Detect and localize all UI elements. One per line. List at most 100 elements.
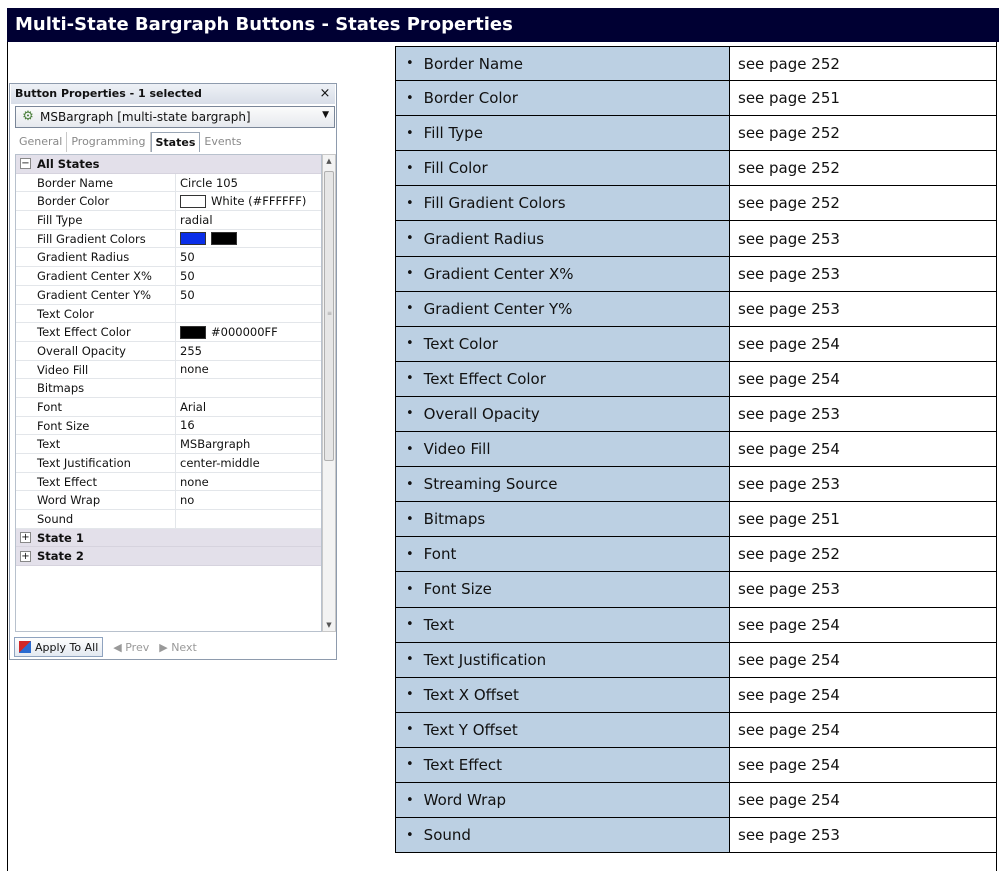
grid-property-value[interactable] (176, 379, 321, 397)
grid-scrollbar[interactable]: ▲ ≡ ▼ (322, 154, 336, 632)
page-reference: see page 253 (730, 572, 997, 608)
page-reference: see page 254 (730, 361, 997, 397)
grid-row[interactable]: Text Effect Color #000000FF (16, 323, 321, 342)
grid-value-text: White (#FFFFFF) (211, 194, 307, 209)
grid-value-text: 16 (180, 418, 195, 433)
section-state-2[interactable]: + State 2 (16, 547, 321, 567)
color-swatch (180, 194, 206, 208)
bullet-icon: • (406, 231, 414, 247)
grid-row[interactable]: Overall Opacity 255 (16, 341, 321, 361)
tab-events[interactable]: Events (200, 132, 245, 152)
scroll-down-icon[interactable]: ▼ (323, 621, 335, 629)
bullet-icon: • (406, 511, 414, 527)
grid-value-text: no (180, 493, 195, 508)
grid-property-value[interactable]: White (#FFFFFF) (176, 192, 321, 210)
expand-icon[interactable]: + (20, 532, 31, 544)
section-state-1[interactable]: + State 1 (16, 528, 321, 548)
button-select-dropdown[interactable]: ⚙ MSBargraph [multi-state bargraph] ▼ (15, 106, 335, 128)
page-reference: see page 251 (730, 81, 997, 117)
table-row: • Gradient Center Y% see page 253 (395, 291, 997, 327)
grid-row[interactable]: Text Effect none (16, 472, 321, 492)
bullet-icon: • (406, 722, 414, 738)
section-label: All States (37, 156, 100, 171)
apply-to-all-button[interactable]: Apply To All (14, 637, 104, 657)
property-name-cell: • Word Wrap (395, 782, 730, 819)
grid-value-text: 255 (180, 343, 202, 358)
grid-row[interactable]: Bitmaps (16, 379, 321, 398)
grid-property-name: Fill Type (16, 211, 176, 229)
grid-row[interactable]: Border Name Circle 105 (16, 173, 321, 193)
table-row: • Bitmaps see page 251 (395, 502, 997, 538)
table-row: • Font see page 252 (395, 537, 997, 573)
tab-programming[interactable]: Programming (67, 132, 151, 152)
tab-states[interactable]: States (150, 132, 201, 152)
grid-property-value[interactable] (176, 510, 321, 528)
grid-property-name: Overall Opacity (16, 341, 176, 360)
grid-property-value[interactable]: #000000FF (176, 323, 321, 341)
grid-property-value[interactable] (176, 305, 321, 323)
tab-general[interactable]: General (15, 132, 68, 152)
grid-property-value[interactable]: 50 (176, 267, 321, 285)
grid-property-value[interactable] (176, 230, 321, 248)
bullet-icon: • (406, 336, 414, 352)
property-name: Text Y Offset (423, 720, 518, 739)
grid-property-value[interactable]: MSBargraph (176, 435, 321, 453)
grid-property-value[interactable]: 16 (176, 417, 321, 435)
scroll-up-icon[interactable]: ▲ (323, 157, 335, 165)
grid-row[interactable]: Font Arial (16, 397, 321, 417)
next-button[interactable]: ▶ Next (159, 641, 197, 654)
grid-row[interactable]: Text Color (16, 304, 321, 324)
property-grid: − All States Border Name Circle 105 Border… (15, 154, 322, 632)
table-row: • Sound see page 253 (395, 818, 997, 854)
grid-property-value[interactable]: 50 (176, 248, 321, 266)
close-icon[interactable]: × (317, 84, 333, 104)
grid-row[interactable]: Word Wrap no (16, 491, 321, 511)
expand-icon[interactable]: + (20, 550, 31, 562)
grid-property-value[interactable]: 50 (176, 286, 321, 304)
property-name-cell: • Text Color (395, 326, 730, 362)
grid-row[interactable]: Gradient Center X% 50 (16, 267, 321, 286)
property-name-cell: • Gradient Radius (395, 221, 730, 257)
bullet-icon: • (406, 581, 414, 597)
grid-property-value[interactable]: none (176, 361, 321, 379)
grid-property-name: Fill Gradient Colors (16, 229, 176, 248)
grid-property-value[interactable]: 255 (176, 342, 321, 360)
prev-button[interactable]: ◀ Prev (113, 641, 149, 654)
property-name-cell: • Fill Type (395, 116, 730, 152)
property-name-cell: • Gradient Center X% (395, 256, 730, 292)
grid-row[interactable]: Video Fill none (16, 360, 321, 380)
scroll-thumb[interactable]: ≡ (324, 171, 334, 461)
grid-property-value[interactable]: none (176, 473, 321, 491)
grid-row[interactable]: Sound (16, 510, 321, 529)
page-reference: see page 254 (730, 712, 997, 748)
grid-property-value[interactable]: Circle 105 (176, 174, 321, 192)
grid-row[interactable]: Fill Gradient Colors (16, 229, 321, 249)
property-name: Fill Type (423, 124, 483, 143)
grid-property-value[interactable]: radial (176, 211, 321, 229)
bullet-icon: • (406, 546, 414, 562)
grid-property-value[interactable]: Arial (176, 398, 321, 416)
grid-value-text: #000000FF (211, 325, 278, 340)
bullet-icon: • (406, 125, 414, 141)
grid-row[interactable]: Gradient Center Y% 50 (16, 285, 321, 305)
grid-row[interactable]: Text MSBargraph (16, 435, 321, 454)
collapse-icon[interactable]: − (20, 158, 31, 170)
table-row: • Text Effect see page 254 (395, 747, 997, 783)
chevron-down-icon[interactable]: ▼ (322, 110, 329, 120)
grid-property-value[interactable]: center-middle (176, 454, 321, 472)
property-name: Streaming Source (423, 475, 558, 494)
grid-row[interactable]: Font Size 16 (16, 416, 321, 436)
grid-value-text: 50 (180, 287, 195, 302)
grid-row[interactable]: Border Color White (#FFFFFF) (16, 192, 321, 212)
dropdown-value: MSBargraph [multi-state bargraph] (40, 110, 251, 124)
grid-row[interactable]: Text Justification center-middle (16, 454, 321, 473)
grid-row[interactable]: Gradient Radius 50 (16, 248, 321, 268)
page-reference: see page 253 (730, 221, 997, 257)
grid-row[interactable]: Fill Type radial (16, 211, 321, 230)
table-row: • Border Color see page 251 (395, 81, 997, 117)
bullet-icon: • (406, 406, 414, 422)
grid-property-value[interactable]: no (176, 491, 321, 509)
section-all-states[interactable]: − All States (16, 155, 321, 174)
grid-property-name: Gradient Radius (16, 248, 176, 267)
table-row: • Text Effect Color see page 254 (395, 361, 997, 397)
